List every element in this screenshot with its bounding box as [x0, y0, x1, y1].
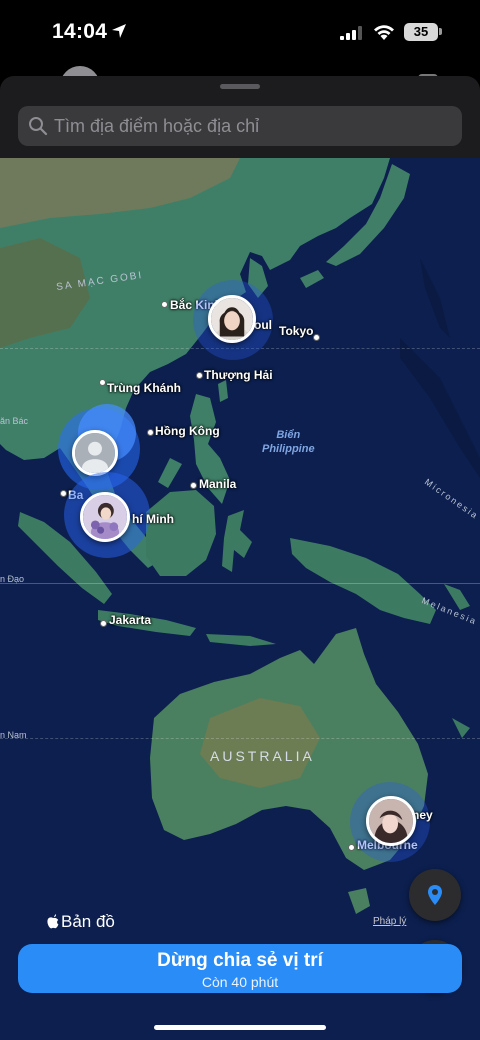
search-bar[interactable]: Tìm địa điểm hoặc địa chỉ [18, 106, 462, 146]
equator-line [0, 583, 480, 584]
location-pin-button[interactable] [409, 869, 461, 921]
city-dot-tokyo [313, 334, 320, 341]
home-indicator[interactable] [154, 1025, 326, 1030]
city-dot-hongkong [147, 429, 154, 436]
time-remaining-label: Còn 40 phút [201, 974, 279, 990]
maps-sheet: Tìm địa điểm hoặc địa chỉ SA MẠC GOBI Bi… [0, 76, 480, 1040]
city-dot-manila [190, 482, 197, 489]
location-pin-icon [428, 885, 442, 905]
city-dot-bangkok [60, 490, 67, 497]
map-view[interactable]: SA MẠC GOBI Biển Philippine Micronesia M… [0, 158, 480, 1040]
edge-label: ăn Bác [0, 416, 29, 426]
friend-avatar-sydney[interactable] [366, 796, 416, 846]
city-label-seoul[interactable]: oul [254, 318, 272, 332]
city-label-chongqing[interactable]: Trùng Khánh [107, 381, 181, 395]
edge-label: n Đạo [0, 574, 25, 584]
status-time: 14:04 [52, 20, 108, 43]
portrait-icon [369, 799, 413, 843]
apple-logo-icon [47, 914, 59, 929]
tropic-line [0, 738, 480, 739]
wifi-icon [374, 25, 394, 40]
friend-avatar-seoul[interactable] [208, 295, 256, 343]
location-arrow-icon [112, 24, 126, 38]
city-label-hcm[interactable]: hí Minh [132, 512, 174, 526]
portrait-icon [211, 298, 253, 340]
battery-nub [439, 28, 442, 35]
sea-label: Biển Philippine [262, 429, 315, 455]
maps-brand-label: Bản đồ [61, 912, 115, 931]
city-label-hongkong[interactable]: Hồng Kông [155, 424, 220, 438]
city-label-manila[interactable]: Manila [199, 477, 236, 491]
friend-avatar-hcm[interactable] [80, 492, 130, 542]
battery-icon: 35 [404, 23, 438, 41]
stop-sharing-location-button[interactable]: Dừng chia sẻ vị trí Còn 40 phút [18, 944, 462, 993]
city-dot-chongqing [99, 379, 106, 386]
search-placeholder: Tìm địa điểm hoặc địa chỉ [54, 116, 260, 136]
city-dot-beijing [161, 301, 168, 308]
legal-link[interactable]: Pháp lý [373, 916, 406, 927]
city-dot-melbourne [348, 844, 355, 851]
edge-label: n Nam [0, 730, 27, 740]
search-icon [29, 117, 48, 136]
city-dot-jakarta [100, 620, 107, 627]
person-placeholder-icon [75, 433, 115, 473]
country-label: AUSTRALIA [210, 748, 315, 764]
status-bar: 14:04 35 [0, 0, 480, 64]
stop-sharing-title: Dừng chia sẻ vị trí [157, 950, 323, 971]
friend-avatar-bangkok[interactable] [72, 430, 118, 476]
city-label-jakarta[interactable]: Jakarta [109, 613, 151, 627]
city-dot-shanghai [196, 372, 203, 379]
city-label-shanghai[interactable]: Thượng Hải [204, 368, 273, 382]
city-label-tokyo[interactable]: Tokyo [279, 324, 313, 338]
cellular-signal-icon [340, 26, 362, 40]
sheet-grabber[interactable] [220, 84, 260, 89]
portrait-icon [83, 495, 127, 539]
